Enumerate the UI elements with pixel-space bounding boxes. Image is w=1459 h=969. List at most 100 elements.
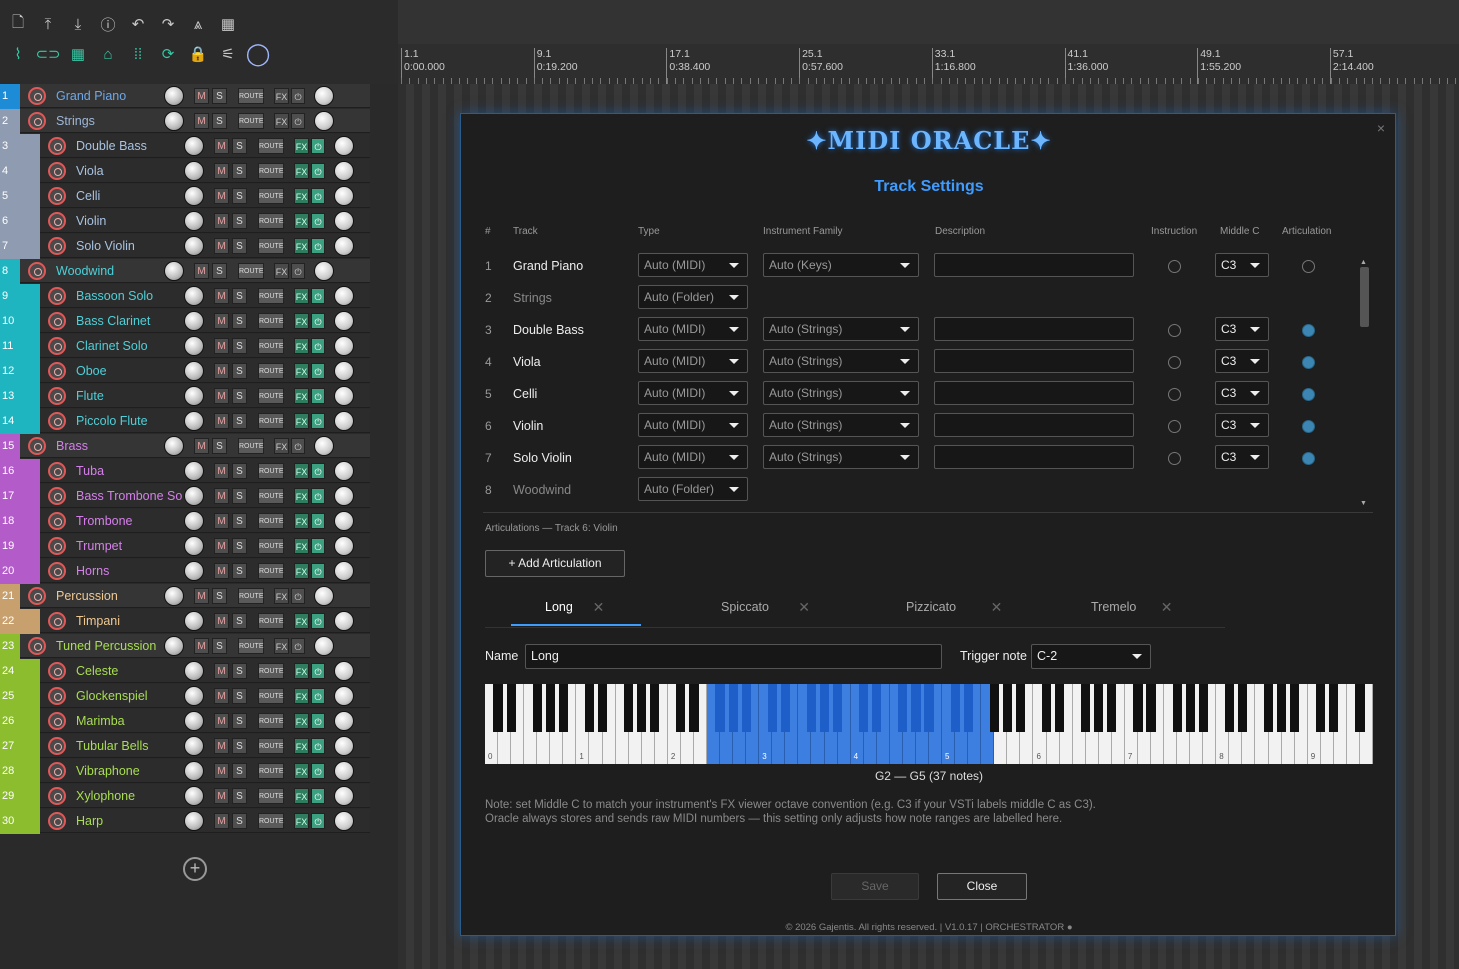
- pan-knob[interactable]: [334, 461, 354, 481]
- black-key[interactable]: [1081, 684, 1091, 732]
- record-arm-button[interactable]: [48, 537, 66, 555]
- fx-bypass-button[interactable]: ⏻: [311, 188, 325, 204]
- solo-button[interactable]: S: [232, 338, 247, 354]
- black-key[interactable]: [624, 684, 634, 732]
- fx-button[interactable]: FX: [294, 163, 309, 179]
- fx-button[interactable]: FX: [294, 363, 309, 379]
- fx-bypass-button[interactable]: ⏻: [311, 363, 325, 379]
- record-arm-button[interactable]: [48, 412, 66, 430]
- black-key[interactable]: [1263, 684, 1274, 732]
- black-key[interactable]: [1224, 684, 1234, 732]
- grid-icon[interactable]: ▦: [66, 42, 90, 66]
- black-key[interactable]: [806, 684, 817, 732]
- solo-button[interactable]: S: [232, 163, 247, 179]
- track-name[interactable]: Oboe: [76, 359, 182, 383]
- route-button[interactable]: ROUTE: [258, 188, 284, 204]
- solo-button[interactable]: S: [232, 138, 247, 154]
- pan-knob[interactable]: [334, 211, 354, 231]
- instruction-radio[interactable]: [1168, 388, 1181, 401]
- piano-keyboard[interactable]: 0 1 2 3 4 5 6 7 8 9: [485, 684, 1373, 764]
- track-row[interactable]: 9 Bassoon Solo M S ROUTE FX ⏻: [0, 284, 390, 309]
- record-arm-button[interactable]: [28, 87, 46, 105]
- black-key[interactable]: [780, 684, 790, 732]
- volume-knob[interactable]: [184, 136, 204, 156]
- black-key[interactable]: [597, 684, 608, 732]
- articulation-indicator[interactable]: [1302, 388, 1315, 401]
- track-row[interactable]: 28 Vibraphone M S ROUTE FX ⏻: [0, 759, 390, 784]
- fx-bypass-button[interactable]: ⏻: [311, 538, 325, 554]
- route-button[interactable]: ROUTE: [258, 788, 284, 804]
- record-arm-button[interactable]: [48, 362, 66, 380]
- instrument-family-select[interactable]: Auto (Strings): [763, 381, 919, 405]
- fx-bypass-button[interactable]: ⏻: [291, 88, 305, 104]
- tab-close-icon[interactable]: ✕: [593, 599, 605, 616]
- middle-c-select[interactable]: C3: [1215, 253, 1269, 277]
- route-button[interactable]: ROUTE: [238, 638, 264, 654]
- track-row[interactable]: 22 Timpani M S ROUTE FX ⏻: [0, 609, 390, 634]
- solo-button[interactable]: S: [232, 213, 247, 229]
- pan-knob[interactable]: [334, 611, 354, 631]
- type-select[interactable]: Auto (Folder): [638, 477, 748, 501]
- scroll-up-icon[interactable]: ▲: [1360, 259, 1367, 266]
- record-arm-button[interactable]: [48, 212, 66, 230]
- black-key[interactable]: [1329, 684, 1339, 732]
- track-name[interactable]: Violin: [76, 209, 182, 233]
- black-key[interactable]: [728, 684, 738, 732]
- record-arm-button[interactable]: [28, 637, 46, 655]
- black-key[interactable]: [1041, 684, 1052, 732]
- middle-c-select[interactable]: C3: [1215, 381, 1269, 405]
- record-arm-button[interactable]: [48, 387, 66, 405]
- route-button[interactable]: ROUTE: [258, 363, 284, 379]
- fx-button[interactable]: FX: [274, 88, 289, 104]
- middle-c-select[interactable]: C3: [1215, 445, 1269, 469]
- pan-knob[interactable]: [334, 136, 354, 156]
- black-key[interactable]: [1146, 684, 1156, 732]
- volume-knob[interactable]: [184, 311, 204, 331]
- record-arm-button[interactable]: [48, 662, 66, 680]
- fx-button[interactable]: FX: [274, 638, 289, 654]
- mute-button[interactable]: M: [214, 188, 229, 204]
- track-row[interactable]: 25 Glockenspiel M S ROUTE FX ⏻: [0, 684, 390, 709]
- record-arm-button[interactable]: [48, 787, 66, 805]
- mute-button[interactable]: M: [214, 138, 229, 154]
- pan-knob[interactable]: [334, 511, 354, 531]
- pan-knob[interactable]: [334, 361, 354, 381]
- track-row[interactable]: 1 Grand Piano M S ROUTE FX ⏻: [0, 84, 390, 109]
- logo-o-icon[interactable]: ◯: [246, 41, 271, 66]
- track-name[interactable]: Harp: [76, 809, 182, 833]
- fx-bypass-button[interactable]: ⏻: [311, 163, 325, 179]
- pan-knob[interactable]: [334, 736, 354, 756]
- volume-knob[interactable]: [184, 411, 204, 431]
- black-key[interactable]: [833, 684, 843, 732]
- middle-c-select[interactable]: C3: [1215, 317, 1269, 341]
- fx-bypass-button[interactable]: ⏻: [311, 613, 325, 629]
- instruction-radio[interactable]: [1168, 452, 1181, 465]
- record-arm-button[interactable]: [48, 287, 66, 305]
- articulation-tab[interactable]: Pizzicato: [906, 600, 956, 614]
- volume-knob[interactable]: [184, 811, 204, 831]
- fx-bypass-button[interactable]: ⏻: [311, 388, 325, 404]
- track-name[interactable]: Celli: [76, 184, 182, 208]
- track-row[interactable]: 24 Celeste M S ROUTE FX ⏻: [0, 659, 390, 684]
- volume-knob[interactable]: [184, 536, 204, 556]
- fx-bypass-button[interactable]: ⏻: [311, 688, 325, 704]
- route-button[interactable]: ROUTE: [258, 413, 284, 429]
- track-row[interactable]: 17 Bass Trombone So M S ROUTE FX ⏻: [0, 484, 390, 509]
- type-select[interactable]: Auto (MIDI): [638, 381, 748, 405]
- save-button[interactable]: Save: [831, 873, 919, 900]
- track-name[interactable]: Marimba: [76, 709, 182, 733]
- volume-knob[interactable]: [184, 686, 204, 706]
- fx-button[interactable]: FX: [294, 738, 309, 754]
- black-key[interactable]: [1055, 684, 1065, 732]
- fx-bypass-button[interactable]: ⏻: [311, 563, 325, 579]
- track-row[interactable]: 19 Trumpet M S ROUTE FX ⏻: [0, 534, 390, 559]
- fx-button[interactable]: FX: [294, 538, 309, 554]
- black-key[interactable]: [506, 684, 516, 732]
- fx-bypass-button[interactable]: ⏻: [311, 738, 325, 754]
- fx-bypass-button[interactable]: ⏻: [311, 313, 325, 329]
- type-select[interactable]: Auto (MIDI): [638, 349, 748, 373]
- fx-bypass-button[interactable]: ⏻: [311, 788, 325, 804]
- fx-bypass-button[interactable]: ⏻: [311, 138, 325, 154]
- add-articulation-button[interactable]: + Add Articulation: [485, 550, 625, 577]
- fx-button[interactable]: FX: [274, 113, 289, 129]
